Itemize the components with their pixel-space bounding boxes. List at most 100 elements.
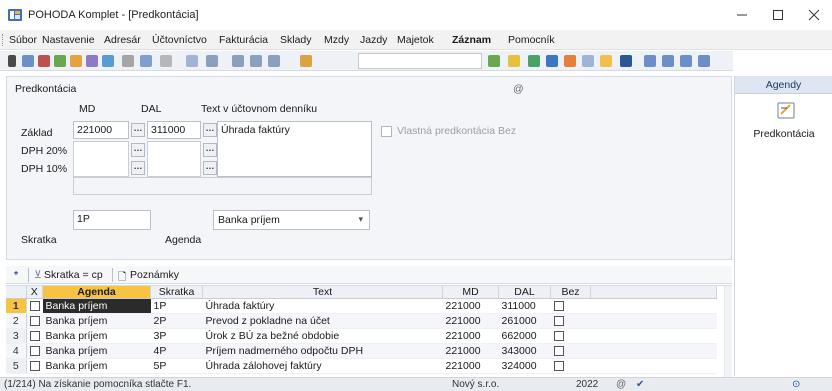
copy-icon[interactable] [22, 55, 34, 67]
window-title: POHODA Komplet - [Predkontácia] [28, 9, 199, 21]
excel-icon[interactable] [488, 55, 500, 67]
predkontacia-icon[interactable] [775, 100, 797, 120]
table-icon[interactable] [160, 55, 172, 67]
zaklad-text-field[interactable]: Úhrada faktúry [217, 121, 372, 177]
row-zaklad-label: Základ [21, 127, 53, 139]
document-icon[interactable] [122, 55, 134, 67]
dph10-md-picker-button[interactable]: … [131, 161, 145, 175]
col-bez[interactable]: Bez [550, 286, 591, 299]
sort-icon[interactable] [250, 55, 262, 67]
row-bez-checkbox[interactable] [550, 343, 591, 359]
col-skratka[interactable]: Skratka [150, 286, 203, 299]
zaklad-md-picker-button[interactable]: … [131, 123, 145, 137]
orange-icon[interactable] [564, 55, 576, 67]
col-agenda[interactable]: Agenda [42, 286, 151, 299]
menu-zaznam[interactable]: Záznam [452, 34, 491, 46]
minimize-button[interactable] [724, 0, 760, 30]
row-dph20-label: DPH 20% [21, 145, 68, 157]
forward-icon[interactable] [206, 55, 218, 67]
help-icon[interactable] [698, 55, 710, 67]
col-dal[interactable]: DAL [498, 286, 551, 299]
folder-open-icon[interactable] [508, 55, 520, 67]
col-md[interactable]: MD [442, 286, 499, 299]
table-row[interactable]: 1 Banka príjem 1P Úhrada faktúry 221000 … [6, 298, 717, 314]
menu-uctovnictvo[interactable]: Účtovníctvo [152, 34, 207, 46]
report-icon[interactable] [70, 55, 82, 67]
dph10-dal-picker-button[interactable]: … [203, 161, 217, 175]
row-bez-checkbox[interactable] [550, 358, 591, 374]
col-x[interactable]: X [26, 286, 43, 299]
row-checkbox[interactable] [26, 358, 43, 374]
quick-search-input[interactable] [358, 53, 482, 69]
calendar-icon[interactable] [582, 55, 594, 67]
dph20-dal-picker-button[interactable]: … [203, 143, 217, 157]
menu-sklady[interactable]: Sklady [280, 34, 312, 46]
zaklad-md-field[interactable]: 221000 [73, 121, 129, 139]
menu-adresar[interactable]: Adresár [104, 34, 141, 46]
status-help-text: (1/214) Na získanie pomocníka stlačte F1… [4, 379, 192, 390]
star-icon[interactable]: * [14, 269, 18, 281]
row-text: Prevod z pokladne na účet [202, 313, 443, 329]
zaklad-dal-picker-button[interactable]: … [203, 123, 217, 137]
menu-subor[interactable]: Súbor [9, 34, 37, 46]
blue-circle-icon[interactable] [546, 55, 558, 67]
table-row[interactable]: 2 Banka príjem 2P Prevod z pokladne na ú… [6, 313, 717, 329]
dialog-icon[interactable] [680, 55, 692, 67]
table-row[interactable]: 4 Banka príjem 4P Príjem nadmerného odpo… [6, 343, 717, 359]
open-icon[interactable] [102, 55, 114, 67]
maximize-button[interactable] [760, 0, 796, 30]
filter-icon[interactable] [232, 55, 244, 67]
agenda-select-value: Banka príjem [218, 214, 280, 226]
iban-icon[interactable] [620, 55, 632, 67]
dph-md-field[interactable] [73, 141, 129, 177]
folder-icon[interactable] [300, 55, 312, 67]
row-dal: 324000 [498, 358, 551, 374]
preview-icon[interactable] [54, 55, 66, 67]
status-bar: (1/214) Na získanie pomocníka stlačte F1… [0, 377, 832, 391]
new-record-icon[interactable] [8, 55, 16, 67]
row-checkbox[interactable] [26, 328, 43, 344]
agenda-select[interactable]: Banka príjem ▾ [213, 210, 370, 230]
menu-jazdy[interactable]: Jazdy [360, 34, 387, 46]
vertical-scrollbar[interactable] [724, 286, 732, 377]
row-number: 5 [6, 358, 27, 374]
menu-majetok[interactable]: Majetok [397, 34, 434, 46]
filter-skratka[interactable]: Skratka = cp [44, 269, 103, 281]
green-icon[interactable] [528, 55, 540, 67]
table-row[interactable]: 5 Banka príjem 5P Úhrada zálohovej faktú… [6, 358, 717, 374]
menu-fakturacia[interactable]: Fakturácia [219, 34, 268, 46]
window-icon[interactable] [662, 55, 674, 67]
close-button[interactable] [796, 0, 832, 30]
form-at-icon: @ [513, 83, 524, 95]
vlastna-predkontacia-checkbox[interactable] [381, 126, 392, 137]
edit-icon[interactable] [140, 55, 152, 67]
row-checkbox[interactable] [26, 343, 43, 359]
menu-nastavenie[interactable]: Nastavenie [42, 34, 95, 46]
table-row[interactable]: 3 Banka príjem 3P Úrok z BÚ za bežné obd… [6, 328, 717, 344]
row-bez-checkbox[interactable] [550, 313, 591, 329]
menu-mzdy[interactable]: Mzdy [324, 34, 349, 46]
menu-pomocnik[interactable]: Pomocník [508, 34, 555, 46]
monitor-icon[interactable] [644, 55, 656, 67]
row-bez-checkbox[interactable] [550, 328, 591, 344]
back-icon[interactable] [186, 55, 198, 67]
tab-poznamky[interactable]: Poznámky [130, 269, 179, 281]
agendy-item-predkontacia[interactable]: Predkontácia [735, 128, 832, 140]
find-icon[interactable] [268, 55, 280, 67]
row-text: Úrok z BÚ za bežné obdobie [202, 328, 443, 344]
row-checkbox[interactable] [26, 298, 43, 314]
print-icon[interactable] [38, 55, 50, 67]
row-bez-checkbox[interactable] [550, 298, 591, 314]
people-icon[interactable] [600, 55, 612, 67]
row-checkbox[interactable] [26, 313, 43, 329]
zaklad-dal-field[interactable]: 311000 [147, 121, 201, 139]
filter-separator-2 [112, 268, 113, 282]
status-year: 2022 [576, 379, 599, 390]
export-icon[interactable] [86, 55, 98, 67]
skratka-input[interactable]: 1P [73, 210, 151, 230]
row-skratka: 2P [150, 313, 203, 329]
dph-dal-field[interactable] [147, 141, 201, 177]
dph20-md-picker-button[interactable]: … [131, 143, 145, 157]
row-skratka: 5P [150, 358, 203, 374]
col-text[interactable]: Text [202, 286, 443, 299]
